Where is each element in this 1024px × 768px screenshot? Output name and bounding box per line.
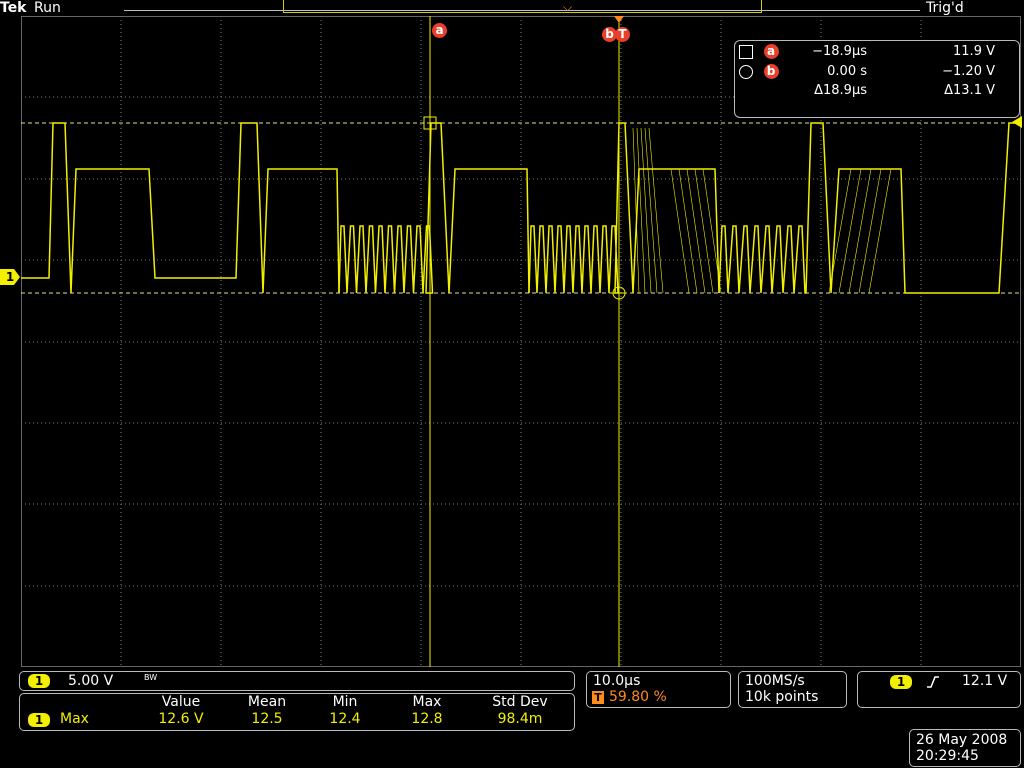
bandwidth-limit-marker: BW (144, 673, 158, 682)
trigger-level: 12.1 V (962, 673, 1008, 689)
readout-row-a: a −18.9µs 11.9 V (735, 42, 1019, 62)
status-bar: Tek Run ⌵ Trig'd (0, 0, 1024, 16)
trigger-panel[interactable]: 1 12.1 V (857, 671, 1021, 708)
meas-name: Max (60, 711, 89, 727)
meas-channel-badge: 1 (28, 713, 50, 727)
meas-header-std-dev: Std Dev (492, 694, 548, 710)
brand-label: Tek (0, 0, 27, 16)
trigger-position-percent: 59.80 % (609, 689, 667, 705)
meas-std-dev: 98.4m (497, 711, 543, 727)
cursor-readout: a −18.9µs 11.9 V b 0.00 s −1.20 V Δ18.9µ… (734, 40, 1020, 118)
meas-header-mean: Mean (247, 694, 287, 710)
acquisition-panel[interactable]: 100MS/s 10k points (738, 671, 847, 708)
readout-row-delta: Δ18.9µs Δ13.1 V (735, 81, 1019, 101)
rising-edge-icon (927, 676, 939, 688)
cursor-a-volt: 11.9 V (953, 44, 995, 59)
trigger-source-badge: 1 (890, 675, 912, 689)
meas-min: 12.4 (329, 711, 361, 727)
channel-1-scale: 5.00 V (68, 673, 114, 689)
cursor-delta-volt: Δ13.1 V (944, 83, 995, 98)
run-state: Run (34, 0, 61, 16)
record-length: 10k points (745, 689, 819, 705)
time-label: 20:29:45 (916, 748, 979, 764)
sample-rate: 100MS/s (745, 673, 805, 689)
meas-header-max: Max (412, 694, 442, 710)
date-label: 26 May 2008 (916, 732, 1008, 748)
meas-header-value: Value (161, 694, 201, 710)
meas-header-min: Min (332, 694, 358, 710)
measurement-panel[interactable]: Value Mean Min Max Std Dev 1 Max 12.6 V … (19, 693, 575, 731)
meas-mean: 12.5 (251, 711, 283, 727)
readout-row-b: b 0.00 s −1.20 V (735, 62, 1019, 82)
trigger-point-arrow-icon (614, 16, 624, 23)
timebase-scale: 10.0µs (593, 673, 641, 689)
cursor-a-time: −18.9µs (812, 44, 867, 59)
cursor-a-square-icon (739, 44, 753, 59)
horizontal-panel[interactable]: 10.0µs T 59.80 % (586, 671, 731, 708)
cursor-b-circle-icon (739, 64, 753, 79)
channel-1-scale-panel[interactable]: 1 5.00 V BW (19, 671, 575, 691)
trigger-state: Trig'd (926, 0, 964, 16)
cursor-b-time: 0.00 s (827, 64, 867, 79)
cursor-delta-time: Δ18.9µs (814, 83, 867, 98)
cursor-a-badge[interactable]: a (432, 23, 447, 38)
channel-1-badge: 1 (28, 674, 50, 688)
record-view-bracket[interactable] (283, 0, 762, 13)
meas-max: 12.8 (411, 711, 443, 727)
trigger-position-marker-icon: ⌵ (563, 0, 573, 14)
trigger-position-icon: T (592, 691, 604, 704)
cursor-b-trigger-badge[interactable]: bT (602, 23, 630, 42)
datetime-panel: 26 May 2008 20:29:45 (909, 729, 1021, 767)
meas-value: 12.6 V (158, 711, 204, 727)
cursor-b-volt: −1.20 V (942, 64, 995, 79)
channel-1-ground-marker[interactable]: 1 (0, 269, 20, 285)
